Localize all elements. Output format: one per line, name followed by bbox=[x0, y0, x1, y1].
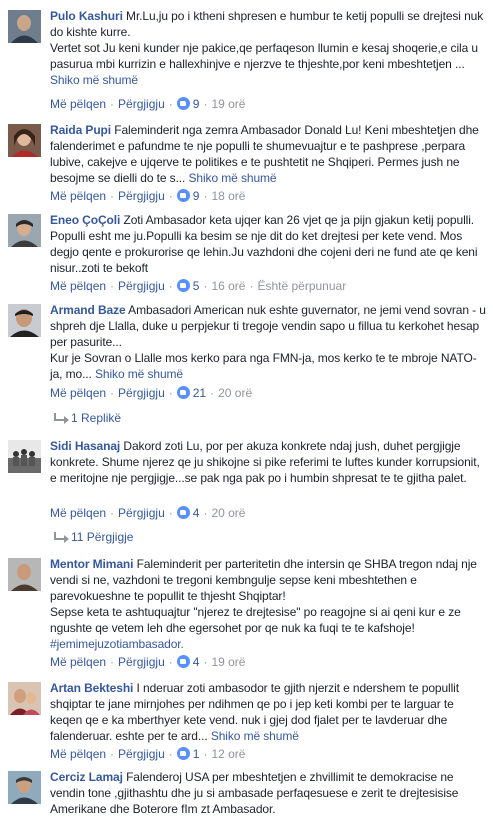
see-more-link[interactable]: Shiko më shumë bbox=[95, 367, 183, 381]
comment-actions: Më pëlqen · Përgjigju · 9 · 19 orë bbox=[50, 97, 246, 111]
like-button[interactable]: Më pëlqen bbox=[50, 747, 106, 761]
thumbs-up-icon bbox=[176, 189, 190, 202]
like-button[interactable]: Më pëlqen bbox=[50, 506, 106, 520]
reply-button[interactable]: Përgjigju bbox=[118, 279, 165, 293]
avatar[interactable] bbox=[8, 214, 41, 247]
thumbs-up-icon bbox=[176, 506, 190, 519]
thumbs-up-icon bbox=[176, 97, 190, 110]
like-button[interactable]: Më pëlqen bbox=[50, 97, 106, 111]
like-button[interactable]: Më pëlqen bbox=[50, 386, 106, 400]
edited-label[interactable]: Është përpunuar bbox=[257, 279, 346, 293]
like-count[interactable]: 5 bbox=[193, 279, 200, 293]
comment-author[interactable]: Armand Baze bbox=[50, 303, 126, 317]
like-button[interactable]: Më pëlqen bbox=[50, 279, 106, 293]
comment-time[interactable]: 12 orë bbox=[211, 747, 245, 761]
reply-arrow-icon bbox=[54, 413, 69, 424]
comment-author[interactable]: Artan Bekteshi bbox=[50, 681, 133, 695]
like-count[interactable]: 9 bbox=[193, 189, 200, 203]
see-more-link[interactable]: Shiko më shumë bbox=[211, 729, 299, 743]
like-count[interactable]: 21 bbox=[193, 386, 206, 400]
avatar[interactable] bbox=[8, 304, 41, 337]
comment-time[interactable]: 18 orë bbox=[211, 189, 245, 203]
thumbs-up-icon bbox=[176, 386, 190, 399]
thumbs-up-icon bbox=[176, 279, 190, 292]
comment-time[interactable]: 20 orë bbox=[218, 386, 252, 400]
avatar[interactable] bbox=[8, 124, 41, 157]
thumbs-up-icon bbox=[176, 655, 190, 668]
comment-author[interactable]: Pulo Kashuri bbox=[50, 9, 123, 23]
comment-actions: Më pëlqen · Përgjigju · 5 · 16 orë · Është përpu… bbox=[50, 279, 347, 293]
avatar[interactable] bbox=[8, 682, 41, 715]
like-count[interactable]: 4 bbox=[193, 655, 200, 669]
reply-button[interactable]: Përgjigju bbox=[118, 747, 165, 761]
comment-actions: Më pëlqen · Përgjigju · 4 · 19 orë bbox=[50, 655, 246, 669]
like-count[interactable]: 1 bbox=[193, 747, 200, 761]
comment-actions: Më pëlqen · Përgjigju · 4 · 20 orë bbox=[50, 506, 246, 520]
reply-button[interactable]: Përgjigju bbox=[118, 655, 165, 669]
comment-actions: Më pëlqen · Përgjigju · 9 · 18 orë bbox=[50, 189, 246, 203]
reply-button[interactable]: Përgjigju bbox=[118, 386, 165, 400]
avatar[interactable] bbox=[8, 10, 41, 43]
reply-button[interactable]: Përgjigju bbox=[118, 506, 165, 520]
like-button[interactable]: Më pëlqen bbox=[50, 189, 106, 203]
comment-author[interactable]: Cerciz Lamaj bbox=[50, 770, 123, 784]
reply-button[interactable]: Përgjigju bbox=[118, 97, 165, 111]
view-replies-link[interactable]: 1 Replikë bbox=[54, 410, 121, 426]
reply-arrow-icon bbox=[54, 532, 69, 543]
comment-actions: Më pëlqen · Përgjigju · 21 · 20 orë bbox=[50, 386, 253, 400]
comment-feed: Pulo Kashuri Mr.Lu,ju po i ktheni shpres… bbox=[0, 0, 493, 819]
like-button[interactable]: Më pëlqen bbox=[50, 655, 106, 669]
comment-author[interactable]: Eneo ÇoÇoli bbox=[50, 213, 120, 227]
view-replies-link[interactable]: 11 Përgjigje bbox=[54, 529, 133, 545]
comment-time[interactable]: 20 orë bbox=[211, 506, 245, 520]
comment-time[interactable]: 16 orë bbox=[211, 279, 245, 293]
comment-author[interactable]: Sidi Hasanaj bbox=[50, 439, 120, 453]
replies-count[interactable]: 11 Përgjigje bbox=[71, 530, 133, 544]
reply-button[interactable]: Përgjigju bbox=[118, 189, 165, 203]
like-count[interactable]: 4 bbox=[193, 506, 200, 520]
thumbs-up-icon bbox=[176, 747, 190, 760]
comment-time[interactable]: 19 orë bbox=[211, 97, 245, 111]
hashtag-link[interactable]: #jemimejuzotiambasador. bbox=[50, 637, 184, 651]
comment-time[interactable]: 19 orë bbox=[211, 655, 245, 669]
see-more-link[interactable]: Shiko më shumë bbox=[189, 171, 277, 185]
comment-author[interactable]: Raida Pupi bbox=[50, 123, 111, 137]
avatar[interactable] bbox=[8, 771, 41, 804]
comment-actions: Më pëlqen · Përgjigju · 1 · 12 orë bbox=[50, 747, 246, 761]
replies-count[interactable]: 1 Replikë bbox=[71, 411, 121, 425]
comment-author[interactable]: Mentor Mimani bbox=[50, 557, 133, 571]
avatar[interactable] bbox=[8, 558, 41, 591]
like-count[interactable]: 9 bbox=[193, 97, 200, 111]
see-more-link[interactable]: Shiko më shumë bbox=[50, 73, 138, 87]
avatar[interactable] bbox=[8, 440, 41, 473]
